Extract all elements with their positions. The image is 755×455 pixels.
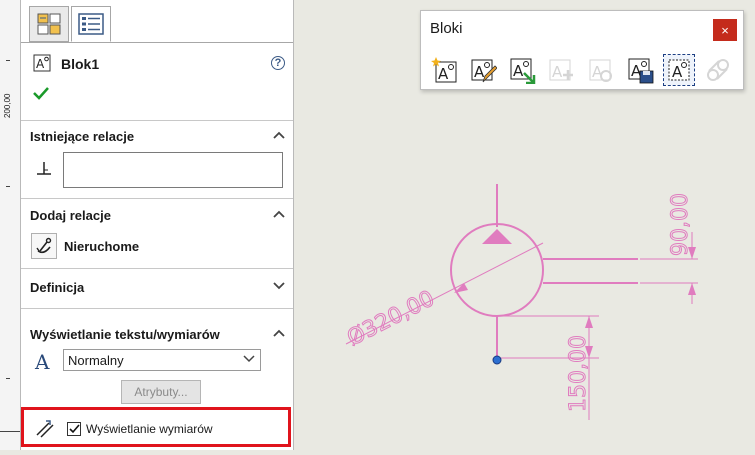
section-divider	[21, 308, 293, 309]
svg-text:A: A	[513, 62, 524, 80]
vertical-ruler: 200,00	[0, 0, 21, 450]
section-existing-relations-header[interactable]: Istniejące relacje	[30, 128, 285, 146]
triangle-marker	[482, 229, 512, 244]
save-block-icon: A	[628, 58, 654, 84]
section-text-display-header[interactable]: Wyświetlanie tekstu/wymiarów	[30, 326, 285, 344]
ok-check-icon[interactable]	[33, 86, 49, 100]
existing-relations-list[interactable]	[63, 152, 283, 188]
property-manager-panel: A Blok1 ? Istniejące relacje Dodaj relac…	[21, 0, 294, 450]
tab-feature-manager[interactable]	[29, 6, 69, 42]
explode-block-icon: A	[668, 59, 690, 81]
property-manager-icon	[78, 13, 104, 35]
relation-perpendicular-icon	[37, 162, 51, 175]
chevron-down-icon	[273, 282, 285, 290]
font-icon: A	[34, 350, 50, 372]
rebuild-icon: A	[589, 59, 612, 82]
fix-relation-label: Nieruchome	[64, 239, 140, 254]
chevron-up-icon	[273, 131, 285, 139]
insert-block-icon: A	[510, 58, 536, 84]
add-remove-icon: A	[549, 59, 573, 81]
svg-text:A: A	[36, 57, 45, 71]
tabs-divider	[21, 42, 293, 43]
show-dimensions-label: Wyświetlanie wymiarów	[86, 422, 213, 436]
font-style-select[interactable]: Normalny	[63, 349, 261, 371]
blocks-toolbar[interactable]: Bloki × A A A A A A A	[420, 10, 744, 90]
svg-text:A: A	[552, 63, 563, 81]
show-dimensions-checkbox[interactable]	[67, 422, 81, 436]
font-style-value: Normalny	[68, 353, 124, 368]
add-remove-block-button[interactable]: A	[546, 55, 576, 85]
explode-block-button[interactable]: A	[663, 54, 695, 86]
make-block-button[interactable]: A	[430, 55, 460, 85]
chevron-up-icon	[273, 210, 285, 218]
toolbar-title: Bloki	[430, 20, 463, 37]
section-label: Istniejące relacje	[30, 129, 135, 144]
rebuild-block-button[interactable]: A	[586, 55, 616, 85]
section-definition-header[interactable]: Definicja	[30, 279, 285, 297]
anchor-icon	[36, 237, 52, 254]
section-label: Wyświetlanie tekstu/wymiarów	[30, 327, 220, 342]
section-label: Definicja	[30, 280, 85, 295]
section-divider	[21, 268, 293, 269]
svg-text:A: A	[34, 350, 50, 372]
save-block-button[interactable]: A	[625, 55, 655, 85]
checkmark-icon	[68, 424, 80, 434]
feature-manager-icon	[37, 13, 61, 35]
section-label: Dodaj relacje	[30, 208, 111, 223]
ruler-baseline	[0, 431, 20, 432]
toolbar-close-button[interactable]: ×	[713, 19, 737, 41]
diameter-dimension[interactable]: Ø320,00	[343, 286, 439, 352]
svg-text:A: A	[474, 63, 485, 81]
section-add-relations-header[interactable]: Dodaj relacje	[30, 207, 285, 225]
section-divider	[21, 198, 293, 199]
block-insertion-point[interactable]	[492, 355, 502, 365]
ruler-label: 200,00	[3, 93, 12, 118]
block-icon: A	[33, 54, 51, 72]
svg-text:A: A	[438, 65, 449, 83]
fix-relation-button[interactable]	[31, 233, 57, 259]
belt-chain-icon	[707, 59, 729, 81]
attributes-button[interactable]: Atrybuty...	[121, 380, 201, 404]
tab-property-manager[interactable]	[71, 6, 111, 42]
chevron-up-icon	[273, 329, 285, 337]
page-title: Blok1	[61, 56, 100, 72]
chevron-down-icon	[243, 355, 255, 363]
right-dimension[interactable]: 90,00	[668, 193, 694, 257]
panel-title-row: A Blok1 ?	[33, 54, 285, 76]
insert-block-button[interactable]: A	[507, 55, 537, 85]
make-block-icon: A	[431, 57, 457, 83]
section-divider	[21, 120, 293, 121]
belt-chain-button[interactable]	[703, 55, 733, 85]
ruler-tick	[6, 186, 10, 187]
help-icon[interactable]: ?	[271, 56, 285, 70]
edit-block-icon: A	[471, 59, 497, 83]
dimension-display-icon	[36, 420, 54, 438]
edit-block-button[interactable]: A	[468, 55, 498, 85]
bottom-dimension[interactable]: 150,00	[566, 335, 592, 413]
ruler-tick	[6, 60, 10, 61]
ruler-tick	[6, 378, 10, 379]
